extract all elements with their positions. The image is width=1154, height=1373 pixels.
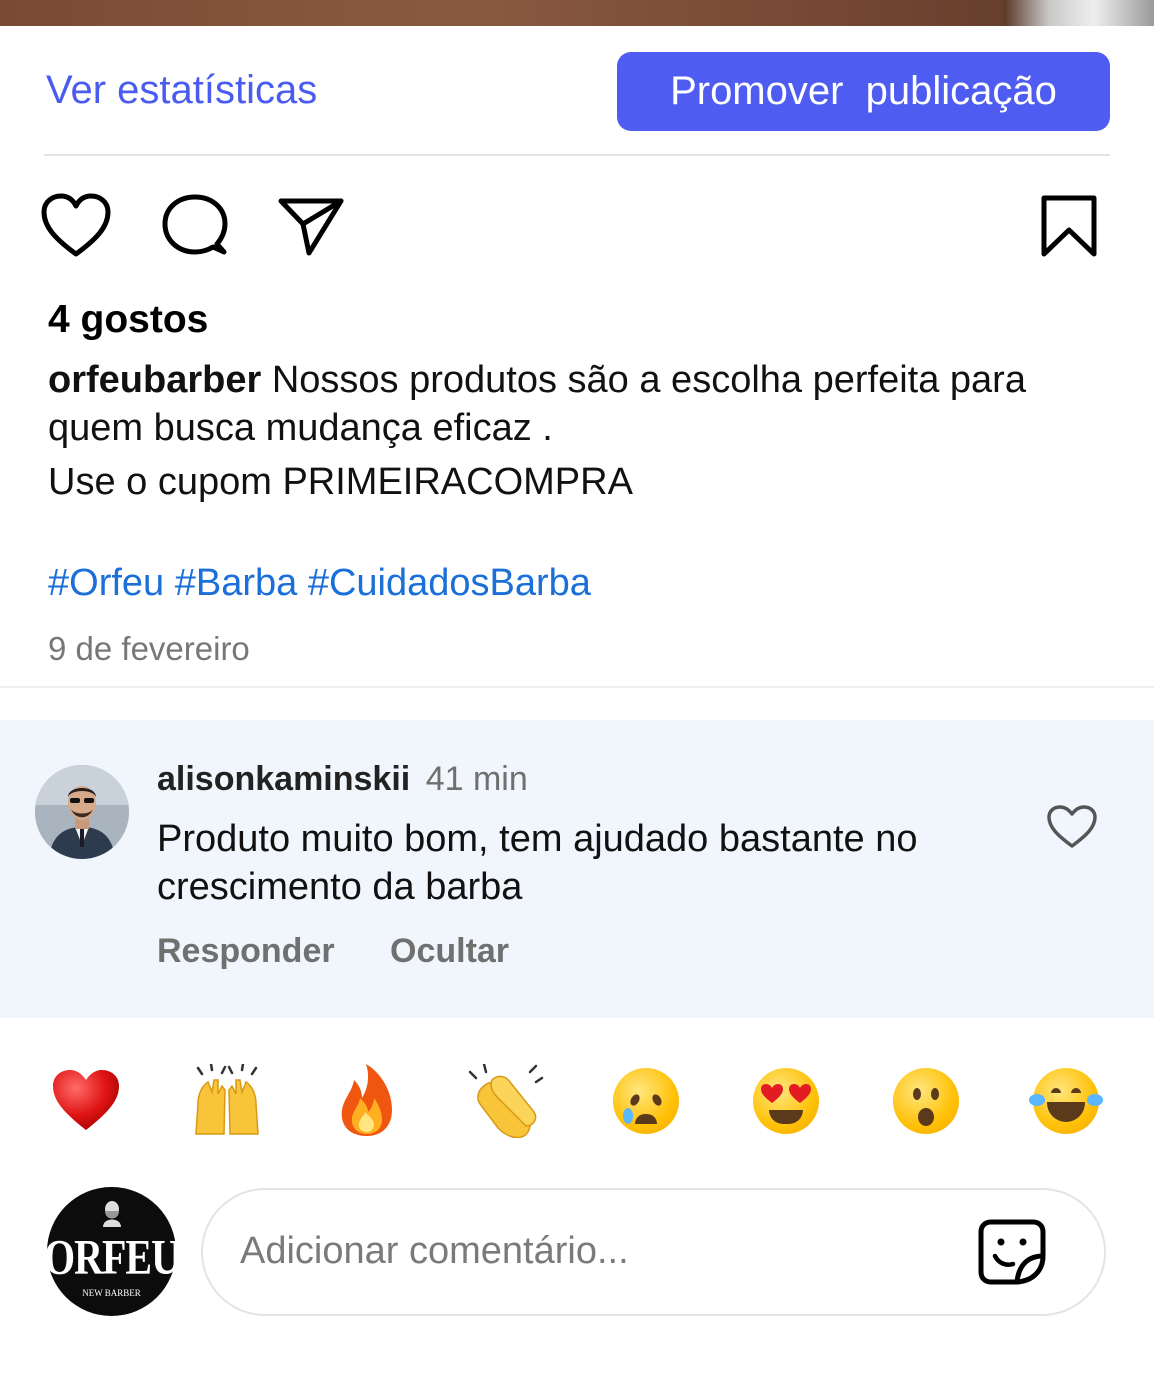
view-insights-link[interactable]: Ver estatísticas bbox=[46, 68, 317, 113]
reaction-fire[interactable] bbox=[336, 1062, 398, 1138]
reaction-raising-hands[interactable] bbox=[188, 1064, 266, 1138]
comment-author: alisonkaminskii 41 min bbox=[157, 760, 528, 799]
avatar-brand-text: ORFEU bbox=[44, 1228, 180, 1285]
my-profile-avatar[interactable]: ORFEU NEW BARBER bbox=[44, 1187, 180, 1316]
reaction-crying-face[interactable] bbox=[613, 1068, 679, 1134]
sticker-icon[interactable] bbox=[977, 1218, 1047, 1286]
comment-placeholder: Adicionar comentário... bbox=[240, 1230, 629, 1272]
hashtags[interactable]: #Orfeu #Barba #CuidadosBarba bbox=[48, 562, 591, 605]
avatar-sub-text: NEW BARBER bbox=[82, 1288, 141, 1298]
likes-count[interactable]: 4 gostos bbox=[48, 298, 208, 342]
comment-timestamp: 41 min bbox=[425, 760, 528, 798]
divider bbox=[44, 154, 1110, 156]
reaction-tears-of-joy[interactable] bbox=[1029, 1068, 1103, 1134]
add-comment-input[interactable]: Adicionar comentário... bbox=[201, 1188, 1106, 1316]
promote-post-button[interactable]: Promover publicação bbox=[617, 52, 1110, 131]
divider bbox=[0, 686, 1154, 688]
comment-like-heart-icon[interactable] bbox=[1046, 804, 1098, 850]
reaction-clapping-hands[interactable] bbox=[468, 1064, 544, 1138]
reaction-heart-eyes[interactable] bbox=[753, 1068, 819, 1134]
commenter-avatar[interactable] bbox=[35, 765, 129, 859]
comment-bubble-icon[interactable] bbox=[160, 192, 230, 260]
caption-username[interactable]: orfeubarber bbox=[48, 359, 261, 401]
post-date: 9 de fevereiro bbox=[48, 630, 250, 667]
comment-username[interactable]: alisonkaminskii bbox=[157, 760, 410, 798]
hide-button[interactable]: Ocultar bbox=[390, 932, 509, 971]
barber-logo-icon bbox=[102, 1201, 121, 1227]
heart-outline-icon[interactable] bbox=[40, 192, 112, 260]
reply-button[interactable]: Responder bbox=[157, 932, 335, 971]
reaction-red-heart[interactable] bbox=[51, 1068, 121, 1132]
bookmark-icon[interactable] bbox=[1038, 194, 1100, 260]
caption-coupon-line: Use o cupom PRIMEIRACOMPRA bbox=[48, 461, 633, 503]
reaction-surprised-face[interactable] bbox=[893, 1068, 959, 1134]
paper-plane-icon[interactable] bbox=[276, 194, 346, 258]
post-caption: orfeubarber Nossos produtos são a escolh… bbox=[48, 356, 1078, 506]
post-image-bottom-edge bbox=[0, 0, 1154, 26]
comment-text: Produto muito bom, tem ajudado bastante … bbox=[157, 818, 918, 908]
